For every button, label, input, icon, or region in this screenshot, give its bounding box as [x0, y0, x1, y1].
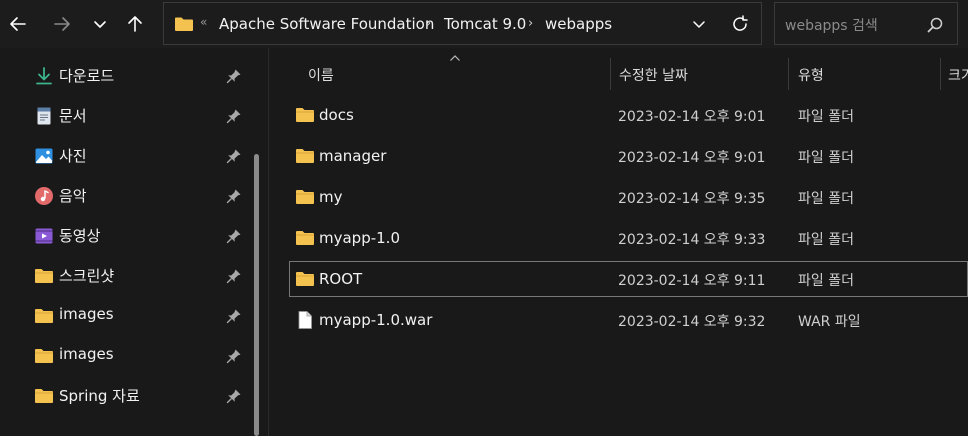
folder-icon — [35, 269, 53, 283]
sidebar-item-label: 스크린샷 — [59, 267, 115, 285]
folder-icon — [296, 108, 314, 122]
file-type: 파일 폴더 — [798, 232, 854, 248]
pin-icon[interactable] — [226, 268, 242, 284]
sidebar-item-label: 사진 — [59, 147, 87, 165]
music-icon — [35, 187, 53, 205]
file-row-root[interactable]: ROOT 2023-02-14 오후 9:11 파일 폴더 — [289, 261, 968, 297]
pin-icon[interactable] — [226, 308, 242, 324]
document-icon — [37, 107, 51, 125]
picture-icon — [35, 148, 53, 164]
download-icon — [36, 67, 52, 85]
column-divider[interactable] — [610, 58, 611, 90]
navigation-pane: 다운로드 문서 사진 음악 동영상 스크린샷 images images Spr… — [0, 48, 268, 436]
file-modified: 2023-02-14 오후 9:01 — [618, 109, 766, 125]
sidebar-item-screenshots[interactable]: 스크린샷 — [0, 256, 252, 296]
sidebar-item-label: images — [59, 305, 114, 323]
sidebar-item-label: 문서 — [59, 107, 87, 125]
column-divider[interactable] — [788, 58, 789, 90]
breadcrumb-separator[interactable]: › — [426, 16, 431, 31]
sort-ascending-icon — [450, 55, 460, 61]
forward-button[interactable] — [48, 10, 76, 38]
folder-icon — [296, 272, 314, 286]
column-header-type[interactable]: 유형 — [798, 65, 824, 95]
file-name: docs — [319, 106, 354, 124]
file-name: my — [319, 188, 343, 206]
sidebar-item-label: Spring 자료 — [59, 387, 140, 405]
file-icon — [298, 311, 312, 329]
column-header-name[interactable]: 이름 — [308, 65, 334, 95]
back-button[interactable] — [4, 10, 32, 38]
search-placeholder: webapps 검색 — [785, 18, 878, 34]
breadcrumb-webapps[interactable]: webapps — [545, 15, 612, 33]
file-type: WAR 파일 — [798, 314, 861, 330]
search-icon — [927, 17, 943, 33]
overflow-chevron[interactable]: « — [200, 15, 207, 29]
pin-icon[interactable] — [226, 148, 242, 164]
sidebar-item-label: 동영상 — [59, 227, 101, 245]
sidebar-item-documents[interactable]: 문서 — [0, 96, 252, 136]
folder-icon — [296, 190, 314, 204]
folder-icon — [296, 149, 314, 163]
column-header-modified[interactable]: 수정한 날짜 — [619, 65, 688, 95]
file-modified: 2023-02-14 오후 9:01 — [618, 150, 766, 166]
arrow-up-icon — [128, 16, 142, 32]
file-row-myapp[interactable]: myapp-1.0 2023-02-14 오후 9:33 파일 폴더 — [289, 220, 968, 256]
folder-icon — [35, 309, 53, 323]
video-icon — [35, 228, 53, 244]
arrow-right-icon — [54, 17, 70, 31]
column-divider[interactable] — [940, 58, 941, 90]
address-bar[interactable]: « Apache Software Foundation › Tomcat 9.… — [163, 2, 762, 45]
sidebar-item-label: 음악 — [59, 187, 87, 205]
file-type: 파일 폴더 — [798, 191, 854, 207]
file-type: 파일 폴더 — [798, 109, 854, 125]
pin-icon[interactable] — [226, 228, 242, 244]
refresh-icon[interactable] — [730, 14, 750, 34]
sidebar-item-images[interactable]: images — [0, 296, 252, 336]
pin-icon[interactable] — [226, 68, 242, 84]
file-modified: 2023-02-14 오후 9:33 — [618, 232, 766, 248]
sidebar-item-label: images — [59, 345, 114, 363]
breadcrumb-tomcat[interactable]: Tomcat 9.0 — [444, 15, 526, 33]
pane-divider[interactable] — [268, 48, 269, 436]
file-modified: 2023-02-14 오후 9:32 — [618, 314, 766, 330]
sidebar-item-downloads[interactable]: 다운로드 — [0, 56, 252, 96]
pin-icon[interactable] — [226, 188, 242, 204]
chevron-down-icon — [94, 21, 106, 28]
folder-icon — [296, 231, 314, 245]
pin-icon[interactable] — [226, 348, 242, 364]
arrow-left-icon — [10, 17, 26, 31]
file-modified: 2023-02-14 오후 9:35 — [618, 191, 766, 207]
sidebar-item-spring[interactable]: Spring 자료 — [0, 376, 252, 416]
folder-icon — [35, 389, 53, 403]
sidebar-item-videos[interactable]: 동영상 — [0, 216, 252, 256]
up-button[interactable] — [121, 10, 149, 38]
sidebar-item-images-2[interactable]: images — [0, 336, 252, 376]
file-name: myapp-1.0.war — [319, 311, 433, 329]
file-row-docs[interactable]: docs 2023-02-14 오후 9:01 파일 폴더 — [289, 97, 968, 133]
breadcrumb-apache[interactable]: Apache Software Foundation — [219, 15, 434, 33]
sidebar-scrollbar-thumb[interactable] — [254, 154, 259, 436]
column-header-size[interactable]: 크기 — [948, 65, 968, 95]
sidebar-item-music[interactable]: 음악 — [0, 176, 252, 216]
file-type: 파일 폴더 — [798, 150, 854, 166]
folder-icon — [35, 349, 53, 363]
recent-locations-button[interactable] — [86, 10, 114, 38]
pin-icon[interactable] — [226, 108, 242, 124]
file-type: 파일 폴더 — [798, 273, 854, 289]
search-input[interactable]: webapps 검색 — [774, 2, 958, 45]
file-row-war[interactable]: myapp-1.0.war 2023-02-14 오후 9:32 WAR 파일 — [289, 302, 968, 338]
sidebar-item-pictures[interactable]: 사진 — [0, 136, 252, 176]
file-name: ROOT — [319, 270, 363, 288]
file-row-manager[interactable]: manager 2023-02-14 오후 9:01 파일 폴더 — [289, 138, 968, 174]
file-name: myapp-1.0 — [319, 229, 400, 247]
pin-icon[interactable] — [226, 388, 242, 404]
file-name: manager — [319, 147, 387, 165]
file-row-my[interactable]: my 2023-02-14 오후 9:35 파일 폴더 — [289, 179, 968, 215]
file-modified: 2023-02-14 오후 9:11 — [618, 273, 766, 289]
toolbar: « Apache Software Foundation › Tomcat 9.… — [0, 0, 968, 48]
sidebar-item-label: 다운로드 — [59, 67, 115, 85]
chevron-down-icon[interactable] — [690, 15, 708, 33]
breadcrumb-separator[interactable]: › — [528, 16, 533, 31]
folder-icon — [175, 17, 193, 31]
